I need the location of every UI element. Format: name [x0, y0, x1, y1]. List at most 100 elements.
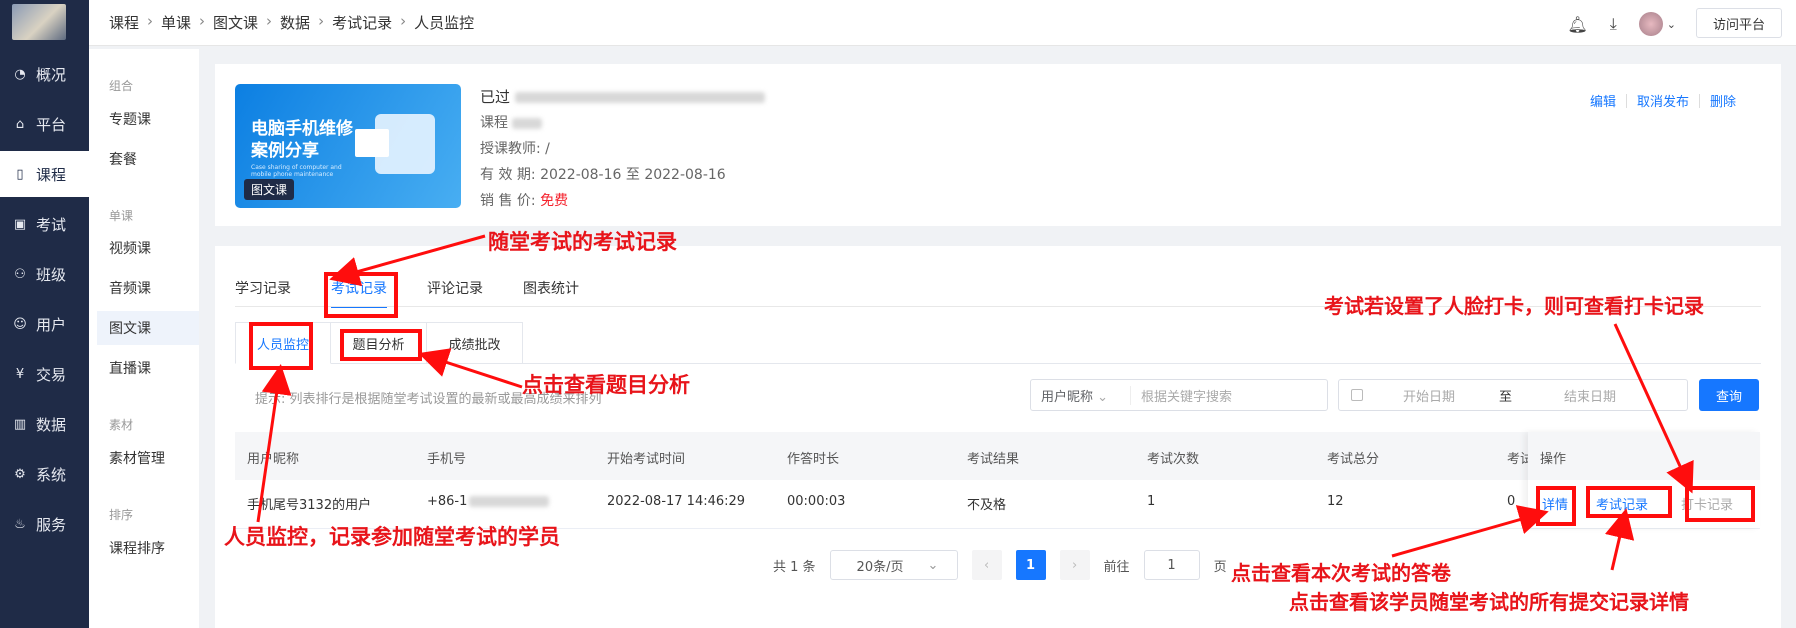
- subnav-item-video[interactable]: 视频课: [97, 231, 199, 265]
- column-header: 作答时长: [787, 452, 840, 467]
- end-date-input[interactable]: 结束日期: [1564, 386, 1616, 405]
- subnav-group-label: 排序: [109, 508, 134, 522]
- group-icon: ⚇: [14, 266, 26, 282]
- subnav-item-audio[interactable]: 音频课: [97, 271, 199, 305]
- subtab-grading[interactable]: 成绩批改: [427, 322, 523, 364]
- cell-start-time: 2022-08-17 14:46:29: [607, 494, 746, 509]
- date-range-picker[interactable]: 开始日期 至 结束日期: [1338, 379, 1688, 411]
- cell-result: 不及格: [967, 498, 1007, 513]
- annotation-text: 随堂考试的考试记录: [488, 229, 677, 254]
- highlight-box: [340, 329, 422, 361]
- cell-nickname: 手机尾号3132的用户: [247, 498, 372, 513]
- pie-chart-icon: ◔: [14, 66, 26, 82]
- annotation-text: 点击查看题目分析: [522, 372, 690, 397]
- nav-item-service[interactable]: ♨ 服务: [0, 501, 89, 547]
- column-header-operation: 操作: [1540, 452, 1567, 467]
- subnav-item-live[interactable]: 直播课: [97, 351, 199, 385]
- page-size-select[interactable]: 20条/页 ⌄: [829, 550, 958, 580]
- chevron-down-icon: ⌄: [927, 557, 939, 573]
- highlight-box: [249, 322, 313, 370]
- subtab-divider: [427, 363, 1761, 364]
- cell-phone: +86-1: [427, 494, 550, 509]
- page-unit-label: 页: [1213, 559, 1227, 575]
- next-page-button[interactable]: ›: [1059, 550, 1090, 580]
- redacted-text: [512, 117, 543, 129]
- nav-item-system[interactable]: ⚙ 系统: [0, 451, 89, 497]
- book-icon: ▯: [16, 166, 24, 182]
- cell-total: 12: [1327, 494, 1344, 509]
- column-header: 考试结果: [967, 452, 1020, 467]
- breadcrumb-item[interactable]: 图文课: [213, 12, 258, 33]
- highlight-box: [1685, 486, 1755, 522]
- breadcrumb: 课程 › 单课 › 图文课 › 数据 › 考试记录 › 人员监控: [109, 12, 474, 33]
- date-separator: 至: [1499, 389, 1513, 405]
- nav-item-class[interactable]: ⚇ 班级: [0, 251, 89, 297]
- cell-count: 1: [1147, 494, 1156, 509]
- start-date-input[interactable]: 开始日期: [1403, 386, 1455, 405]
- nav-item-data[interactable]: ▥ 数据: [0, 401, 89, 447]
- tab-comment-record[interactable]: 评论记录: [427, 278, 483, 308]
- cell-score: 0: [1507, 494, 1516, 509]
- prev-page-button[interactable]: ‹: [971, 550, 1002, 580]
- bar-chart-icon: ▥: [13, 416, 27, 432]
- top-bar: 课程 › 单课 › 图文课 › 数据 › 考试记录 › 人员监控 🔔︎ ⤓ ⌄ 访问平台: [89, 0, 1796, 46]
- field-select[interactable]: 用户昵称 ⌄: [1031, 385, 1131, 405]
- gear-icon: ⚙: [14, 466, 26, 482]
- bell-icon[interactable]: 🔔︎: [1567, 15, 1587, 34]
- course-type-badge: 图文课: [244, 179, 295, 200]
- course-actions: 编辑 取消发布 删除: [1590, 91, 1736, 110]
- nav-item-trade[interactable]: ¥ 交易: [0, 351, 89, 397]
- download-icon[interactable]: ⤓: [1610, 14, 1617, 34]
- avatar: [1638, 12, 1663, 36]
- calendar-icon: [1351, 389, 1363, 401]
- tab-study-record[interactable]: 学习记录: [235, 278, 291, 308]
- subnav-item-article[interactable]: 图文课: [97, 311, 199, 345]
- edit-button[interactable]: 编辑: [1590, 91, 1616, 110]
- exam-icon: ▣: [13, 216, 27, 232]
- subnav-group-label: 单课: [109, 209, 134, 223]
- nav-item-exam[interactable]: ▣ 考试: [0, 201, 89, 247]
- chevron-right-icon: ›: [147, 12, 154, 30]
- delete-button[interactable]: 删除: [1710, 91, 1736, 110]
- nav-item-user[interactable]: ☺ 用户: [0, 301, 89, 347]
- breadcrumb-current: 人员监控: [414, 14, 475, 32]
- goto-page-input[interactable]: 1: [1143, 550, 1200, 580]
- total-count: 共 1 条: [773, 559, 816, 575]
- highlight-box: [1536, 486, 1576, 526]
- yen-icon: ¥: [15, 366, 25, 382]
- subnav-item-topic[interactable]: 专题课: [97, 102, 199, 136]
- course-info: 已过 课程 授课教师: / 有 效 期: 2022-08-16 至 2022-0…: [480, 84, 765, 214]
- page-number[interactable]: 1: [1015, 550, 1046, 580]
- nav-item-overview[interactable]: ◔ 概况: [0, 51, 89, 97]
- course-validity: 有 效 期: 2022-08-16 至 2022-08-16: [480, 167, 726, 183]
- course-teacher: 授课教师: /: [480, 141, 550, 157]
- pagination: 共 1 条 20条/页 ⌄ ‹ 1 › 前往 1 页: [773, 550, 1227, 580]
- unpublish-button[interactable]: 取消发布: [1637, 91, 1689, 110]
- subnav-item-sort[interactable]: 课程排序: [97, 531, 199, 565]
- cell-duration: 00:00:03: [787, 494, 846, 509]
- visit-platform-button[interactable]: 访问平台: [1696, 8, 1782, 38]
- column-header: 考试总分: [1327, 452, 1380, 467]
- subnav-item-material[interactable]: 素材管理: [97, 441, 199, 475]
- subnav-item-package[interactable]: 套餐: [97, 142, 199, 176]
- column-header: 开始考试时间: [607, 452, 686, 467]
- record-tabs: 学习记录 考试记录 评论记录 图表统计: [235, 278, 579, 308]
- course-subnav: 组合 专题课 套餐 单课 视频课 音频课 图文课 直播课 素材 素材管理 排序 …: [89, 49, 199, 628]
- breadcrumb-item[interactable]: 课程: [109, 12, 139, 33]
- search-input[interactable]: 根据关键字搜索: [1131, 386, 1232, 405]
- platform-logo[interactable]: [12, 4, 66, 40]
- breadcrumb-item[interactable]: 数据: [280, 12, 310, 33]
- breadcrumb-item[interactable]: 考试记录: [332, 12, 392, 33]
- query-button[interactable]: 查询: [1699, 379, 1759, 411]
- chevron-right-icon: ›: [266, 12, 273, 30]
- course-label-row: 课程: [480, 110, 765, 136]
- breadcrumb-item[interactable]: 单课: [161, 12, 191, 33]
- nav-item-platform[interactable]: ⌂ 平台: [0, 101, 89, 147]
- annotation-text: 考试若设置了人脸打卡，则可查看打卡记录: [1324, 294, 1704, 318]
- nav-item-course[interactable]: ▯ 课程: [0, 151, 89, 197]
- keyword-filter: 用户昵称 ⌄ 根据关键字搜索: [1030, 379, 1328, 411]
- tab-chart-stats[interactable]: 图表统计: [523, 278, 579, 308]
- user-menu[interactable]: ⌄: [1638, 12, 1676, 36]
- main-sidebar: ◔ 概况 ⌂ 平台 ▯ 课程 ▣ 考试 ⚇ 班级 ☺ 用户 ¥ 交易 ▥ 数据 ⚙ 系统 ♨ 服务: [0, 0, 89, 628]
- highlight-box: [324, 272, 398, 318]
